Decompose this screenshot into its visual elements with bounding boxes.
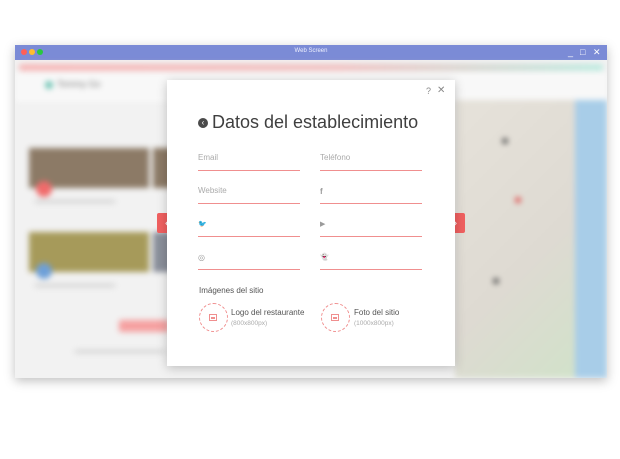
minimize-icon[interactable]: _	[568, 46, 573, 58]
background-badge	[36, 181, 52, 197]
facebook-icon: f	[320, 187, 323, 196]
website-field[interactable]: Website	[198, 185, 300, 204]
photo-upload-label: Foto del sitio	[354, 308, 400, 317]
help-icon[interactable]: ?	[426, 86, 431, 96]
modal-title: Datos del establecimiento	[212, 112, 419, 132]
close-icon[interactable]: ✕	[593, 46, 601, 58]
window-title: Web Screen	[294, 48, 328, 54]
maximize-icon[interactable]: □	[580, 46, 585, 58]
snapchat-field[interactable]: 👻	[320, 251, 422, 270]
background-map-pin	[502, 138, 508, 144]
website-placeholder: Website	[198, 186, 227, 195]
background-map-pin	[515, 197, 521, 203]
image-icon	[331, 314, 339, 321]
background-header-strip	[19, 64, 603, 71]
images-section-label: Imágenes del sitio	[199, 286, 264, 295]
facebook-field[interactable]: f	[320, 185, 422, 204]
background-badge	[36, 263, 52, 279]
instagram-field[interactable]: ◎	[198, 251, 300, 270]
photo-upload-dims: (1000x800px)	[354, 320, 394, 327]
background-button	[119, 320, 169, 332]
logo-upload-dims: (800x800px)	[231, 320, 268, 327]
image-icon	[209, 314, 217, 321]
title-bar: Web Screen _ □ ✕	[15, 45, 607, 60]
background-text-line	[35, 284, 115, 287]
background-map-water	[575, 100, 607, 378]
instagram-icon: ◎	[198, 253, 205, 262]
snapchat-icon: 👻	[320, 254, 329, 261]
twitter-field[interactable]: 🐦	[198, 218, 300, 237]
close-icon[interactable]: ✕	[437, 85, 445, 96]
back-icon[interactable]: ‹	[198, 118, 208, 128]
background-text-line	[35, 200, 115, 203]
youtube-field[interactable]: ▶	[320, 218, 422, 237]
email-placeholder: Email	[198, 153, 219, 162]
logo-upload-label: Logo del restaurante	[231, 308, 305, 317]
logo-upload-button[interactable]	[199, 303, 228, 332]
background-map-pin	[493, 278, 499, 284]
background-brand: Tommy Go	[57, 79, 101, 89]
telefono-field[interactable]: Teléfono	[320, 152, 422, 171]
background-logo	[45, 81, 53, 89]
youtube-icon: ▶	[320, 221, 326, 228]
email-field[interactable]: Email	[198, 152, 300, 171]
photo-upload-button[interactable]	[321, 303, 350, 332]
establishment-data-modal: ? ✕ ‹ Datos del establecimiento Email Te…	[167, 80, 455, 366]
telefono-placeholder: Teléfono	[320, 153, 351, 162]
twitter-icon: 🐦	[198, 221, 207, 228]
background-text-line	[75, 350, 165, 353]
